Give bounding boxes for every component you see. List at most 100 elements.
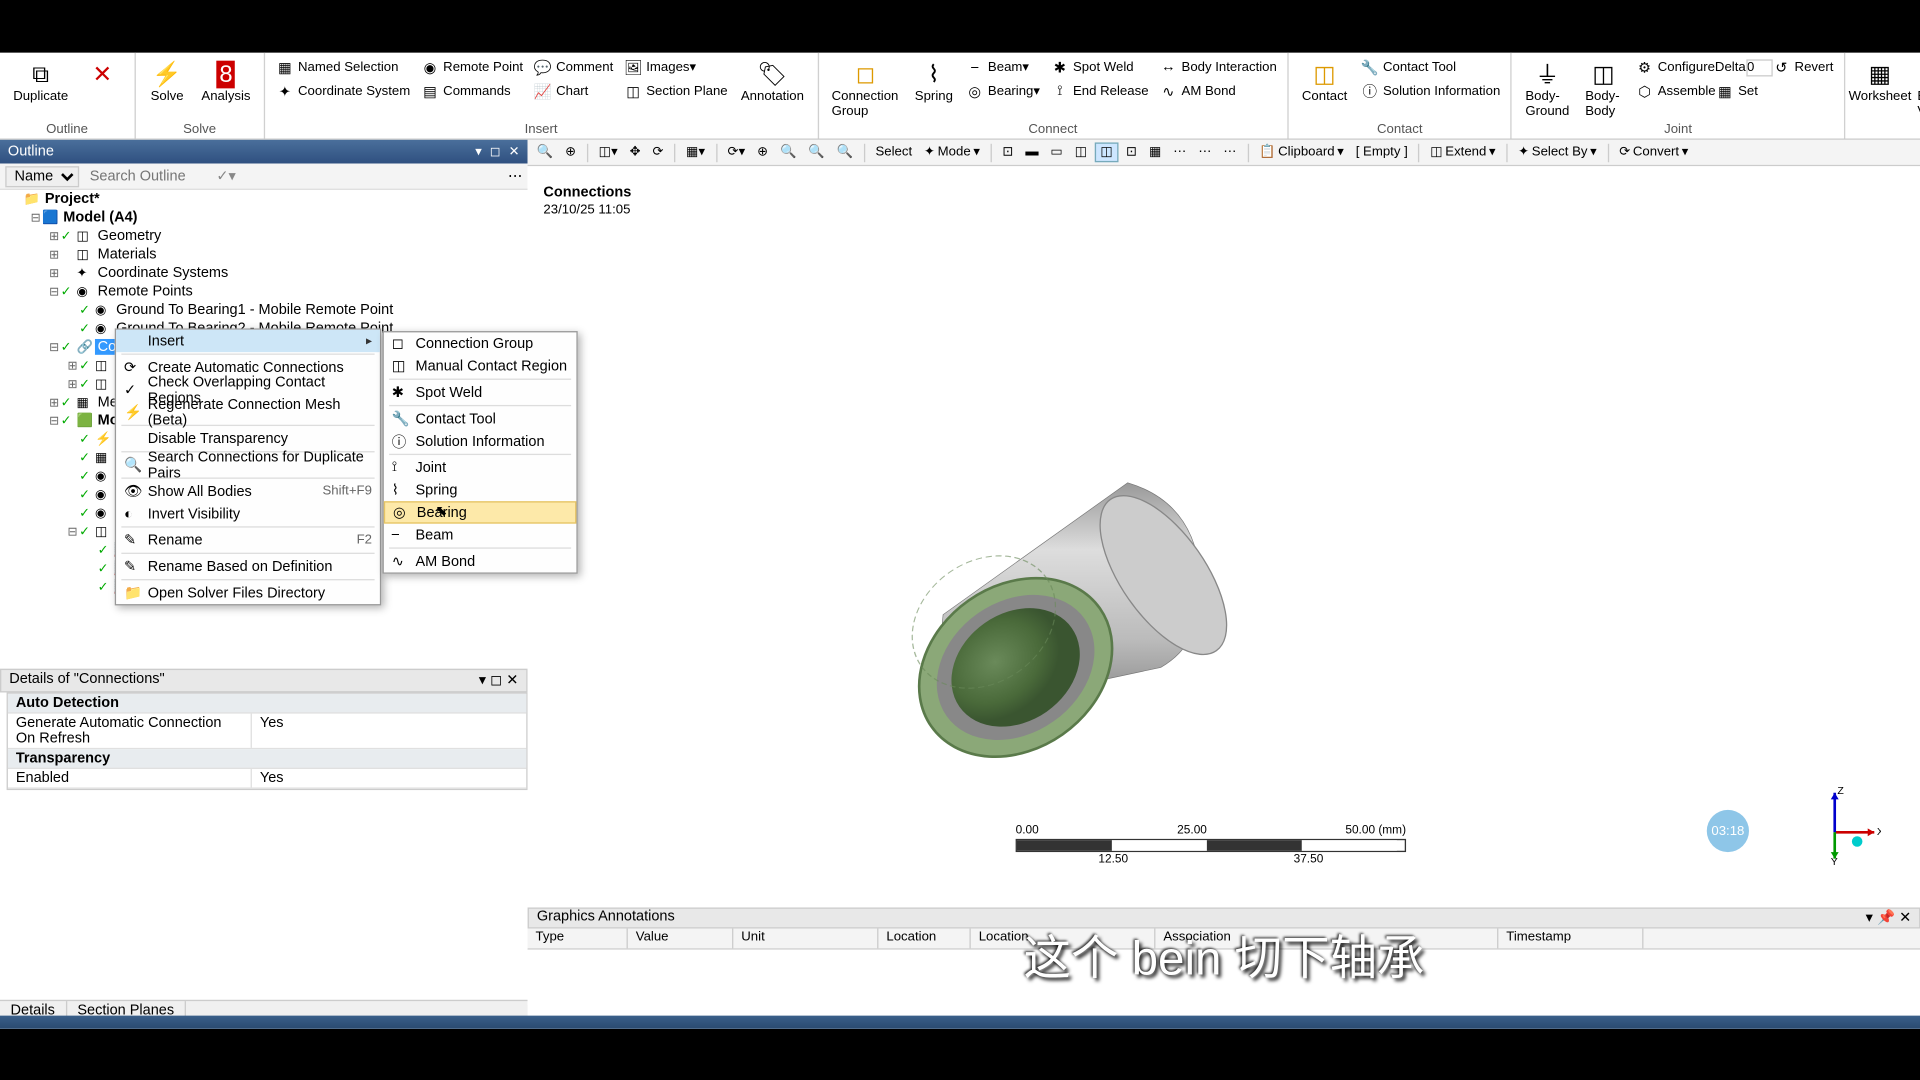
sub-am-bond[interactable]: ∿AM Bond bbox=[384, 550, 577, 572]
extend-dropdown[interactable]: ◫ Extend▾ bbox=[1426, 144, 1499, 161]
spring-button[interactable]: ⌇Spring bbox=[907, 55, 960, 106]
annot-close-icon[interactable]: ✕ bbox=[1899, 910, 1911, 926]
am-bond-button[interactable]: ∿AM Bond bbox=[1154, 79, 1282, 103]
search-outline-input[interactable] bbox=[84, 168, 216, 184]
sel-more1-icon[interactable]: ⋯ bbox=[1169, 144, 1190, 161]
zoom-fit-icon[interactable]: 🔍 bbox=[533, 144, 557, 161]
sub-spot-weld[interactable]: ✱Spot Weld bbox=[384, 381, 577, 403]
ctx-open-solver[interactable]: 📁Open Solver Files Directory bbox=[116, 582, 380, 604]
select-by-dropdown[interactable]: ✦ Select By▾ bbox=[1514, 144, 1601, 161]
clipboard-dropdown[interactable]: 📋 Clipboard▾ bbox=[1255, 144, 1348, 161]
tree-geometry[interactable]: ⊞✓◫Geometry bbox=[0, 227, 528, 245]
zoom-extents-icon[interactable]: 🔍 bbox=[804, 144, 828, 161]
view-icon[interactable]: ▦▾ bbox=[682, 144, 709, 161]
triad[interactable]: X Z Y bbox=[1815, 786, 1881, 865]
col-locy[interactable]: Location bbox=[971, 929, 1156, 949]
named-selection-button[interactable]: ▦Named Selection bbox=[270, 55, 415, 79]
sel-elem-icon[interactable]: ▦ bbox=[1145, 144, 1165, 161]
filter-dropdown[interactable]: Name bbox=[5, 166, 79, 187]
sel-more3-icon[interactable]: ⋯ bbox=[1219, 144, 1240, 161]
ctx-insert[interactable]: Insert▸ bbox=[116, 330, 380, 352]
solve-button[interactable]: ⚡Solve bbox=[141, 55, 194, 106]
col-value[interactable]: Value bbox=[628, 929, 734, 949]
outline-pin-icon[interactable]: ◻ bbox=[490, 145, 501, 160]
ctx-show-all[interactable]: 👁Show All BodiesShift+F9 bbox=[116, 480, 380, 502]
ctx-rename[interactable]: ✎RenameF2 bbox=[116, 529, 380, 551]
images-button[interactable]: 🖼Images▾ bbox=[619, 55, 733, 79]
sel-face-icon[interactable]: ▭ bbox=[1046, 144, 1066, 161]
annotation-button[interactable]: 🏷Annotation bbox=[733, 55, 812, 106]
tree-coord-sys[interactable]: ⊞✦Coordinate Systems bbox=[0, 264, 528, 282]
zoom-out-icon[interactable]: 🔍 bbox=[776, 144, 800, 161]
body-body-button[interactable]: ◫Body-Body bbox=[1577, 55, 1630, 121]
comment-button[interactable]: 💬Comment bbox=[528, 55, 618, 79]
rotate-cw-icon[interactable]: ⟳▾ bbox=[724, 144, 750, 161]
bearing-button[interactable]: ◎Bearing▾ bbox=[960, 79, 1045, 103]
sub-beam[interactable]: ⎯Beam bbox=[384, 524, 577, 546]
outline-close-icon[interactable]: ✕ bbox=[509, 145, 520, 160]
worksheet-button[interactable]: ▦Worksheet bbox=[1851, 55, 1910, 106]
rotate-icon[interactable]: ⟳ bbox=[649, 144, 668, 161]
sub-bearing[interactable]: ◎Bearing bbox=[384, 501, 577, 523]
details-pin-icon[interactable]: ◻ bbox=[490, 673, 502, 689]
remote-point-button[interactable]: ◉Remote Point bbox=[415, 55, 528, 79]
close-button[interactable]: ✕ bbox=[76, 55, 129, 92]
zoom-in-icon[interactable]: ⊕ bbox=[753, 144, 772, 161]
ctx-rename-def[interactable]: ✎Rename Based on Definition bbox=[116, 555, 380, 577]
sel-more2-icon[interactable]: ⋯ bbox=[1194, 144, 1215, 161]
delta-input[interactable] bbox=[1746, 59, 1772, 76]
ctx-disable-trans[interactable]: Disable Transparency bbox=[116, 427, 380, 449]
outline-dropdown-icon[interactable]: ▾ bbox=[475, 145, 482, 160]
assemble-button[interactable]: ⬡Assemble ▦Set bbox=[1630, 79, 1839, 103]
tree-model[interactable]: ⊟🟦Model (A4) bbox=[0, 208, 528, 226]
sub-sol-info[interactable]: ⓘSolution Information bbox=[384, 430, 577, 452]
sel-edge-icon[interactable]: ▬ bbox=[1021, 144, 1042, 161]
col-timestamp[interactable]: Timestamp bbox=[1498, 929, 1643, 949]
zoom-window-icon[interactable]: 🔍 bbox=[833, 144, 857, 161]
details-close-icon[interactable]: ✕ bbox=[506, 673, 518, 689]
solution-info-button[interactable]: ⓘSolution Information bbox=[1355, 79, 1505, 103]
3d-viewport[interactable]: Connections 23/10/25 11:05 0.0025.0050.0… bbox=[528, 166, 1920, 905]
sel-body-icon[interactable]: ◫ bbox=[1071, 144, 1091, 161]
ctx-invert-vis[interactable]: ◐Invert Visibility bbox=[116, 503, 380, 525]
mode-dropdown[interactable]: ✦ Mode▾ bbox=[920, 144, 984, 161]
sel-node-icon[interactable]: ⊡ bbox=[1122, 144, 1141, 161]
body-ground-button[interactable]: ⏚Body-Ground bbox=[1517, 55, 1577, 121]
cube-icon[interactable]: ◫▾ bbox=[595, 144, 622, 161]
analysis-button[interactable]: 8Analysis bbox=[194, 55, 259, 106]
beam-button[interactable]: ⎯Beam▾ bbox=[960, 55, 1045, 79]
commands-button[interactable]: ▤Commands bbox=[415, 79, 528, 103]
configure-button[interactable]: ⚙Configure Delta ↺Revert bbox=[1630, 55, 1839, 79]
col-assoc[interactable]: Association bbox=[1155, 929, 1498, 949]
sub-conn-group[interactable]: ◻Connection Group bbox=[384, 332, 577, 354]
ctx-regen[interactable]: ⚡Regenerate Connection Mesh (Beta) bbox=[116, 401, 380, 423]
ctx-search-dup[interactable]: 🔍Search Connections for Duplicate Pairs bbox=[116, 454, 380, 476]
sub-joint[interactable]: ⟟Joint bbox=[384, 456, 577, 478]
col-locx[interactable]: Location bbox=[878, 929, 970, 949]
transparency-category[interactable]: Transparency bbox=[16, 751, 110, 767]
section-plane-button[interactable]: ◫Section Plane bbox=[619, 79, 733, 103]
annot-pin-icon[interactable]: 📌 bbox=[1877, 910, 1895, 926]
contact-button[interactable]: ◫Contact bbox=[1294, 55, 1355, 106]
end-release-button[interactable]: ⟟End Release bbox=[1045, 79, 1154, 103]
filter-apply-icon[interactable]: ✓▾ bbox=[216, 168, 235, 185]
convert-dropdown[interactable]: ⟳ Convert▾ bbox=[1615, 144, 1692, 161]
gen-auto-value[interactable]: Yes bbox=[252, 714, 526, 748]
sub-spring[interactable]: ⌇Spring bbox=[384, 479, 577, 501]
tree-rp1[interactable]: ✓◉Ground To Bearing1 - Mobile Remote Poi… bbox=[0, 301, 528, 319]
sub-contact-tool[interactable]: 🔧Contact Tool bbox=[384, 408, 577, 430]
auto-detection-category[interactable]: Auto Detection bbox=[16, 695, 119, 711]
body-interaction-button[interactable]: ↔Body Interaction bbox=[1154, 55, 1282, 79]
sel-active-icon[interactable]: ◫ bbox=[1095, 142, 1118, 162]
annot-dropdown-icon[interactable]: ▾ bbox=[1866, 910, 1873, 926]
spot-weld-button[interactable]: ✱Spot Weld bbox=[1045, 55, 1154, 79]
contact-tool-button[interactable]: 🔧Contact Tool bbox=[1355, 55, 1505, 79]
duplicate-button[interactable]: ⧉Duplicate bbox=[5, 55, 76, 106]
chart-button[interactable]: 📈Chart bbox=[528, 79, 618, 103]
enabled-value[interactable]: Yes bbox=[252, 769, 526, 787]
pan-icon[interactable]: ✥ bbox=[626, 144, 645, 161]
details-dropdown-icon[interactable]: ▾ bbox=[479, 673, 486, 689]
tree-project[interactable]: 📁Project* bbox=[0, 190, 528, 208]
connection-group-button[interactable]: ◻Connection Group bbox=[824, 55, 908, 121]
filter-options-icon[interactable]: ⋯ bbox=[508, 168, 523, 185]
